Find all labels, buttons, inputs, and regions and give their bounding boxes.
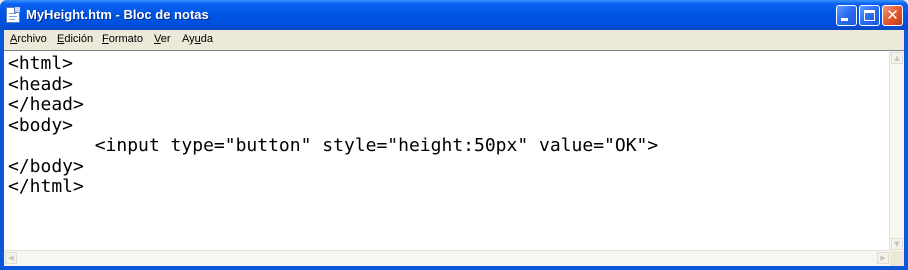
close-button[interactable]: ✕ bbox=[882, 5, 903, 26]
menu-label: ormato bbox=[108, 33, 143, 45]
menu-label: rchivo bbox=[17, 33, 47, 45]
menu-bar: Archivo Edición Formato Ver Ayuda bbox=[4, 30, 904, 51]
minimize-icon bbox=[841, 18, 848, 21]
menu-formato[interactable]: Formato bbox=[102, 33, 143, 45]
notepad-icon[interactable] bbox=[6, 7, 20, 23]
menu-label: da bbox=[200, 33, 214, 45]
editor-area: <html> <head> </head> <body> <input type… bbox=[4, 50, 904, 266]
icon-line bbox=[9, 19, 15, 20]
menu-label: dición bbox=[64, 33, 94, 45]
menu-label: Ay bbox=[182, 33, 195, 45]
menu-ver[interactable]: Ver bbox=[154, 33, 171, 45]
title-bar[interactable]: MyHeight.htm - Bloc de notas ✕ bbox=[0, 0, 908, 30]
horizontal-scrollbar[interactable]: ◀ ▶ bbox=[4, 250, 890, 266]
window-title: MyHeight.htm - Bloc de notas bbox=[26, 7, 209, 22]
notepad-window: MyHeight.htm - Bloc de notas ✕ Archivo E… bbox=[0, 0, 908, 270]
menu-label: er bbox=[160, 33, 171, 45]
icon-line bbox=[9, 16, 17, 17]
menu-edicion[interactable]: Edición bbox=[57, 33, 93, 45]
scroll-up-arrow-icon[interactable]: ▲ bbox=[891, 52, 903, 64]
scroll-down-arrow-icon[interactable]: ▼ bbox=[891, 238, 903, 250]
menu-archivo[interactable]: Archivo bbox=[10, 33, 47, 45]
icon-line bbox=[9, 13, 16, 14]
text-editor[interactable]: <html> <head> </head> <body> <input type… bbox=[8, 54, 888, 249]
minimize-button[interactable] bbox=[836, 5, 857, 26]
menu-ayuda[interactable]: Ayuda bbox=[182, 33, 213, 45]
scroll-right-arrow-icon[interactable]: ▶ bbox=[877, 252, 889, 264]
size-grip[interactable] bbox=[890, 251, 904, 266]
vertical-scrollbar[interactable]: ▲ ▼ bbox=[889, 51, 904, 251]
close-icon: ✕ bbox=[886, 6, 899, 24]
menu-mnemonic: V bbox=[154, 33, 161, 45]
maximize-icon bbox=[864, 10, 875, 21]
maximize-button[interactable] bbox=[859, 5, 880, 26]
menu-mnemonic: F bbox=[102, 33, 109, 45]
scroll-left-arrow-icon[interactable]: ◀ bbox=[5, 252, 17, 264]
